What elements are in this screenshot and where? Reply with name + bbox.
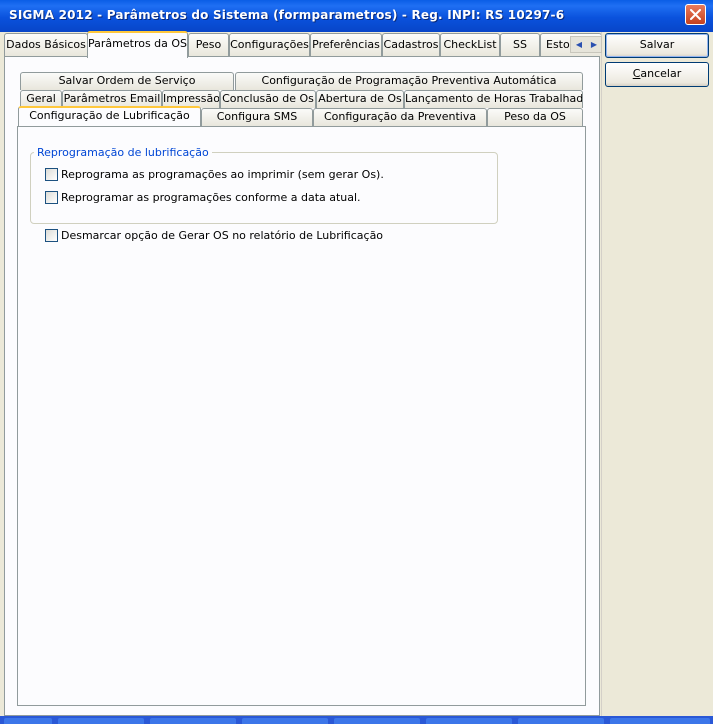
tab-cadastros[interactable]: Cadastros bbox=[382, 33, 440, 56]
tab-configuracao-lubrificacao[interactable]: Configuração de Lubrificação bbox=[18, 106, 201, 126]
tab-ss[interactable]: SS bbox=[500, 33, 540, 56]
taskbar-segment bbox=[518, 718, 604, 724]
reprogramacao-groupbox bbox=[30, 152, 498, 224]
close-button[interactable] bbox=[685, 4, 706, 25]
taskbar-segment bbox=[150, 718, 236, 724]
tab-parametros-os[interactable]: Parâmetros da OS bbox=[87, 31, 188, 58]
tab-programacao-preventiva-automatica[interactable]: Configuração de Programação Preventiva A… bbox=[235, 72, 583, 90]
tab-conclusao-os[interactable]: Conclusão de Os bbox=[220, 90, 316, 108]
save-button[interactable]: Salvar bbox=[605, 33, 709, 58]
tab-preferencias[interactable]: Preferências bbox=[310, 33, 382, 56]
tab-abertura-os[interactable]: Abertura de Os bbox=[316, 90, 404, 108]
reprograma-imprimir-checkbox[interactable] bbox=[45, 168, 58, 181]
tab-configura-sms[interactable]: Configura SMS bbox=[201, 108, 313, 126]
tab-checklist[interactable]: CheckList bbox=[440, 33, 500, 56]
action-pane: Salvar Cancelar bbox=[601, 32, 713, 724]
tab-peso-os[interactable]: Peso da OS bbox=[487, 108, 583, 126]
reprogramar-data-atual-label[interactable]: Reprogramar as programações conforme a d… bbox=[61, 191, 361, 204]
taskbar-segment bbox=[58, 718, 144, 724]
groupbox-title: Reprogramação de lubrificação bbox=[34, 146, 212, 159]
tab-peso[interactable]: Peso bbox=[188, 33, 229, 56]
close-icon bbox=[690, 9, 701, 20]
taskbar-segment bbox=[4, 718, 52, 724]
taskbar-segment bbox=[242, 718, 328, 724]
chevron-right-icon[interactable]: ▶ bbox=[587, 39, 601, 51]
tab-salvar-ordem-servico[interactable]: Salvar Ordem de Serviço bbox=[20, 72, 234, 90]
tab-scroll-buttons: ◀ ▶ bbox=[570, 36, 602, 53]
taskbar-edge bbox=[0, 716, 713, 724]
chevron-left-icon[interactable]: ◀ bbox=[572, 39, 586, 51]
desmarcar-gerar-os-checkbox[interactable] bbox=[45, 229, 58, 242]
top-tab-strip: Dados Básicos Parâmetros da OS Peso Conf… bbox=[4, 31, 604, 58]
tab-dados-basicos[interactable]: Dados Básicos bbox=[4, 33, 88, 56]
taskbar-segment bbox=[426, 718, 512, 724]
cancel-button[interactable]: Cancelar bbox=[605, 62, 709, 87]
reprogramar-data-atual-checkbox[interactable] bbox=[45, 191, 58, 204]
reprograma-imprimir-label[interactable]: Reprograma as programações ao imprimir (… bbox=[61, 168, 384, 181]
tab-configuracoes[interactable]: Configurações bbox=[229, 33, 310, 56]
desmarcar-gerar-os-label[interactable]: Desmarcar opção de Gerar OS no relatório… bbox=[61, 229, 383, 242]
tab-lancamento-horas[interactable]: Lançamento de Horas Trabalhadas bbox=[404, 90, 583, 108]
title-bar[interactable]: SIGMA 2012 - Parâmetros do Sistema (form… bbox=[0, 0, 713, 33]
taskbar-segment bbox=[610, 718, 710, 724]
window-title: SIGMA 2012 - Parâmetros do Sistema (form… bbox=[9, 8, 565, 22]
tab-configuracao-preventiva[interactable]: Configuração da Preventiva bbox=[313, 108, 487, 126]
inner-tab-strip: Salvar Ordem de Serviço Configuração de … bbox=[18, 70, 586, 128]
taskbar-segment bbox=[334, 718, 420, 724]
